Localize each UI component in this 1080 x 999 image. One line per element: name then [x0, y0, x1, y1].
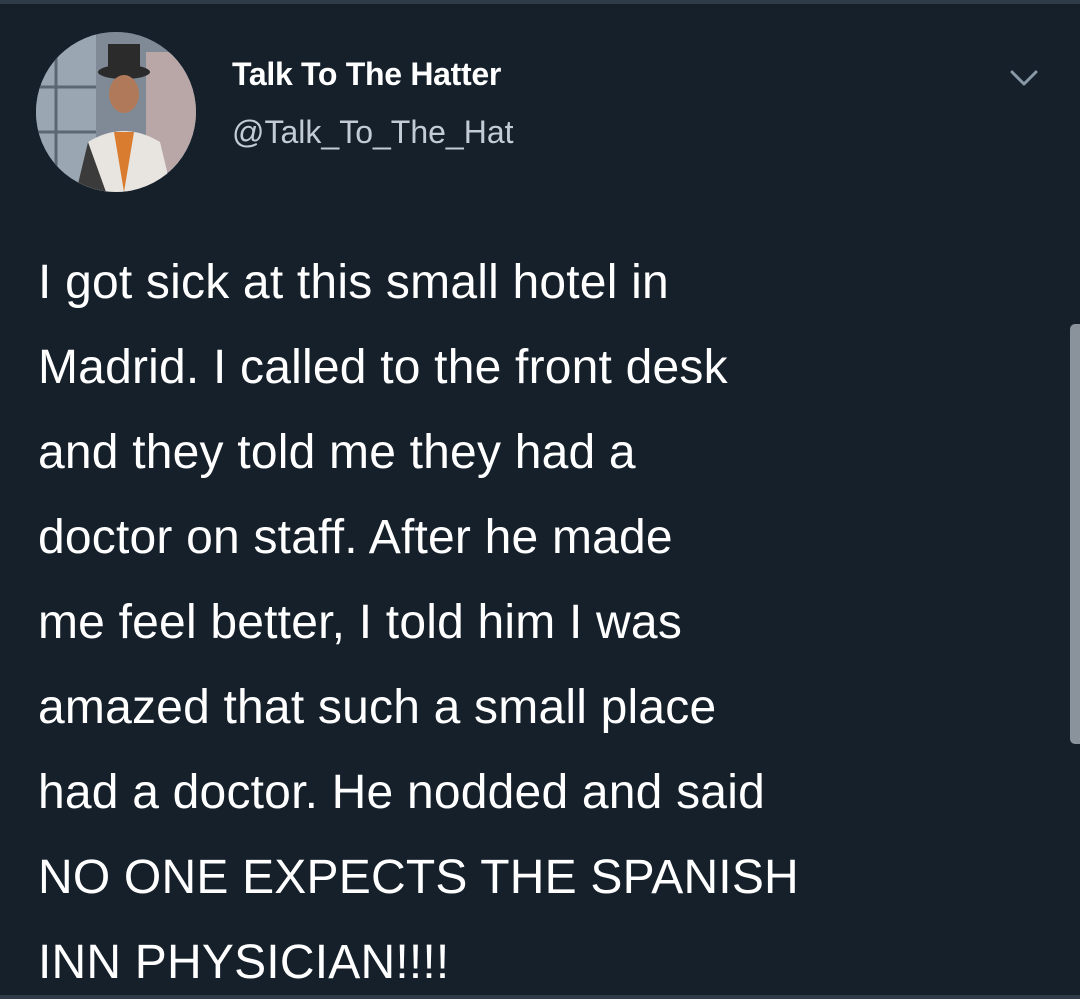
tweet-card: Talk To The Hatter @Talk_To_The_Hat I go…	[0, 0, 1080, 999]
tweet-text-line: amazed that such a small place	[38, 681, 717, 734]
author-info: Talk To The Hatter @Talk_To_The_Hat	[232, 52, 514, 154]
tweet-text-line: INN PHYSICIAN!!!!	[38, 936, 450, 989]
tweet-text: I got sick at this small hotel in Madrid…	[38, 240, 1048, 999]
tweet-text-line: had a doctor. He nodded and said	[38, 766, 765, 819]
author-handle[interactable]: @Talk_To_The_Hat	[232, 110, 514, 154]
author-avatar[interactable]	[36, 32, 196, 192]
tweet-text-line: and they told me they had a	[38, 426, 636, 479]
author-display-name[interactable]: Talk To The Hatter	[232, 52, 514, 96]
tweet-text-line: Madrid. I called to the front desk	[38, 341, 728, 394]
tweet-text-line: NO ONE EXPECTS THE SPANISH	[38, 851, 799, 904]
tweet-text-line: doctor on staff. After he made	[38, 511, 673, 564]
tweet-header: Talk To The Hatter @Talk_To_The_Hat	[36, 24, 1050, 204]
bottom-divider	[0, 995, 1080, 999]
scrollbar-thumb[interactable]	[1070, 324, 1080, 744]
tweet-text-line: me feel better, I told him I was	[38, 596, 683, 649]
tweet-text-line: I got sick at this small hotel in	[38, 256, 669, 309]
avatar-photo	[36, 32, 196, 192]
chevron-down-icon	[1010, 70, 1038, 86]
tweet-menu-button[interactable]	[1004, 62, 1044, 96]
